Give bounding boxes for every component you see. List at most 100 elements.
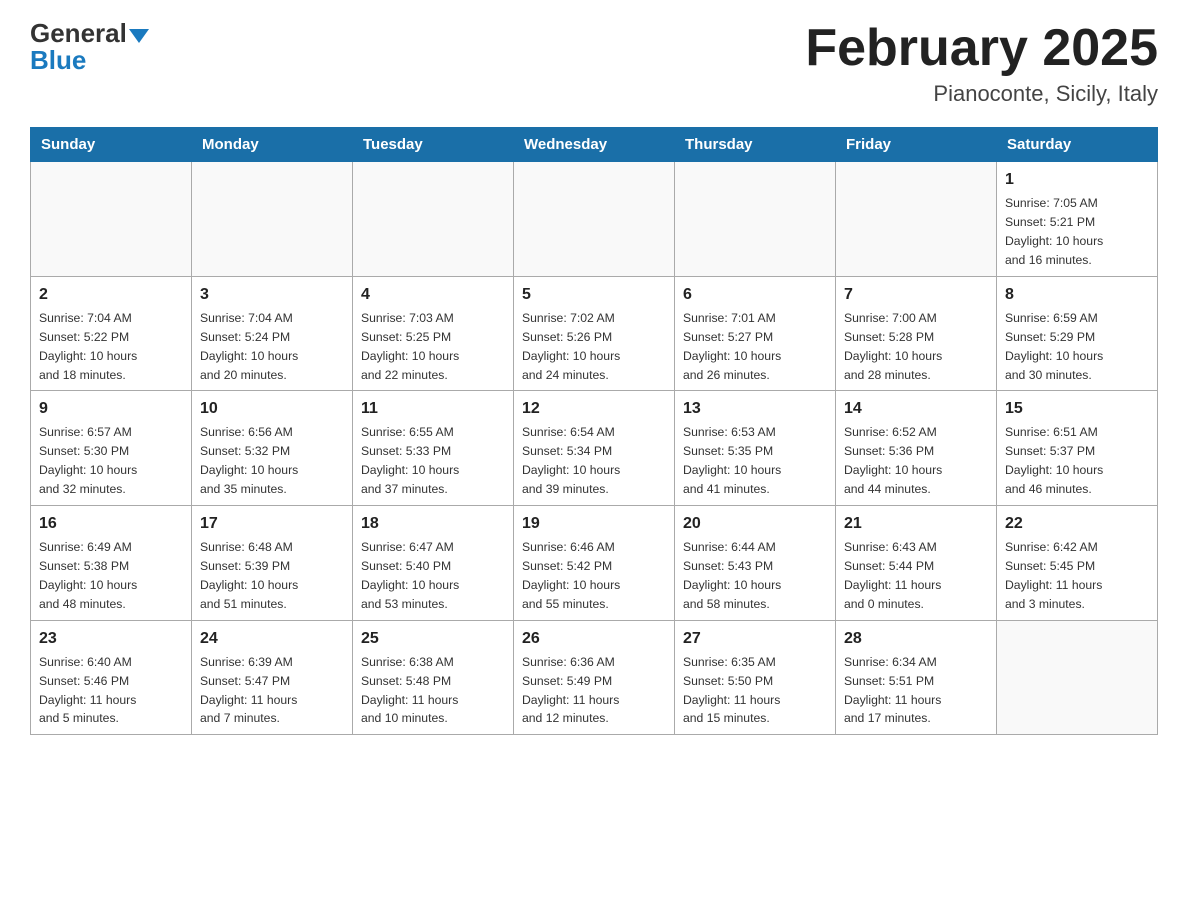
day-headers-row: SundayMondayTuesdayWednesdayThursdayFrid… <box>31 128 1158 162</box>
calendar-header: SundayMondayTuesdayWednesdayThursdayFrid… <box>31 128 1158 162</box>
day-number: 11 <box>361 397 505 421</box>
calendar-day-cell <box>31 162 192 277</box>
day-number: 4 <box>361 283 505 307</box>
calendar-week-row: 16Sunrise: 6:49 AMSunset: 5:38 PMDayligh… <box>31 506 1158 621</box>
day-number: 19 <box>522 512 666 536</box>
day-number: 6 <box>683 283 827 307</box>
day-number: 17 <box>200 512 344 536</box>
calendar-day-cell: 12Sunrise: 6:54 AMSunset: 5:34 PMDayligh… <box>514 391 675 506</box>
calendar-day-cell: 3Sunrise: 7:04 AMSunset: 5:24 PMDaylight… <box>192 276 353 391</box>
day-info: Sunrise: 7:00 AMSunset: 5:28 PMDaylight:… <box>844 309 988 385</box>
calendar-day-cell: 27Sunrise: 6:35 AMSunset: 5:50 PMDayligh… <box>675 620 836 735</box>
calendar-body: 1Sunrise: 7:05 AMSunset: 5:21 PMDaylight… <box>31 162 1158 735</box>
day-number: 13 <box>683 397 827 421</box>
day-number: 26 <box>522 627 666 651</box>
day-info: Sunrise: 7:02 AMSunset: 5:26 PMDaylight:… <box>522 309 666 385</box>
day-info: Sunrise: 6:53 AMSunset: 5:35 PMDaylight:… <box>683 423 827 499</box>
day-number: 5 <box>522 283 666 307</box>
day-info: Sunrise: 7:01 AMSunset: 5:27 PMDaylight:… <box>683 309 827 385</box>
day-info: Sunrise: 6:39 AMSunset: 5:47 PMDaylight:… <box>200 653 344 729</box>
day-of-week-header: Saturday <box>997 128 1158 162</box>
calendar-day-cell: 20Sunrise: 6:44 AMSunset: 5:43 PMDayligh… <box>675 506 836 621</box>
day-number: 24 <box>200 627 344 651</box>
calendar-day-cell: 21Sunrise: 6:43 AMSunset: 5:44 PMDayligh… <box>836 506 997 621</box>
day-info: Sunrise: 7:04 AMSunset: 5:22 PMDaylight:… <box>39 309 183 385</box>
calendar-day-cell: 25Sunrise: 6:38 AMSunset: 5:48 PMDayligh… <box>353 620 514 735</box>
day-info: Sunrise: 6:38 AMSunset: 5:48 PMDaylight:… <box>361 653 505 729</box>
calendar-day-cell: 7Sunrise: 7:00 AMSunset: 5:28 PMDaylight… <box>836 276 997 391</box>
day-number: 8 <box>1005 283 1149 307</box>
calendar-day-cell: 18Sunrise: 6:47 AMSunset: 5:40 PMDayligh… <box>353 506 514 621</box>
day-info: Sunrise: 6:46 AMSunset: 5:42 PMDaylight:… <box>522 538 666 614</box>
day-number: 18 <box>361 512 505 536</box>
day-info: Sunrise: 6:34 AMSunset: 5:51 PMDaylight:… <box>844 653 988 729</box>
day-of-week-header: Thursday <box>675 128 836 162</box>
calendar-day-cell: 16Sunrise: 6:49 AMSunset: 5:38 PMDayligh… <box>31 506 192 621</box>
day-number: 25 <box>361 627 505 651</box>
day-info: Sunrise: 6:44 AMSunset: 5:43 PMDaylight:… <box>683 538 827 614</box>
calendar-week-row: 2Sunrise: 7:04 AMSunset: 5:22 PMDaylight… <box>31 276 1158 391</box>
calendar-day-cell: 26Sunrise: 6:36 AMSunset: 5:49 PMDayligh… <box>514 620 675 735</box>
calendar-day-cell: 2Sunrise: 7:04 AMSunset: 5:22 PMDaylight… <box>31 276 192 391</box>
day-number: 20 <box>683 512 827 536</box>
calendar-day-cell <box>353 162 514 277</box>
calendar-week-row: 1Sunrise: 7:05 AMSunset: 5:21 PMDaylight… <box>31 162 1158 277</box>
day-info: Sunrise: 6:54 AMSunset: 5:34 PMDaylight:… <box>522 423 666 499</box>
calendar-day-cell: 24Sunrise: 6:39 AMSunset: 5:47 PMDayligh… <box>192 620 353 735</box>
day-info: Sunrise: 6:35 AMSunset: 5:50 PMDaylight:… <box>683 653 827 729</box>
day-number: 14 <box>844 397 988 421</box>
day-number: 21 <box>844 512 988 536</box>
day-info: Sunrise: 6:51 AMSunset: 5:37 PMDaylight:… <box>1005 423 1149 499</box>
month-title: February 2025 <box>805 20 1158 77</box>
day-info: Sunrise: 7:04 AMSunset: 5:24 PMDaylight:… <box>200 309 344 385</box>
calendar-day-cell: 13Sunrise: 6:53 AMSunset: 5:35 PMDayligh… <box>675 391 836 506</box>
calendar-day-cell <box>675 162 836 277</box>
day-number: 3 <box>200 283 344 307</box>
calendar-day-cell: 11Sunrise: 6:55 AMSunset: 5:33 PMDayligh… <box>353 391 514 506</box>
day-number: 28 <box>844 627 988 651</box>
calendar-day-cell: 4Sunrise: 7:03 AMSunset: 5:25 PMDaylight… <box>353 276 514 391</box>
day-info: Sunrise: 6:57 AMSunset: 5:30 PMDaylight:… <box>39 423 183 499</box>
calendar-day-cell <box>836 162 997 277</box>
calendar-day-cell: 23Sunrise: 6:40 AMSunset: 5:46 PMDayligh… <box>31 620 192 735</box>
calendar-day-cell: 5Sunrise: 7:02 AMSunset: 5:26 PMDaylight… <box>514 276 675 391</box>
day-of-week-header: Sunday <box>31 128 192 162</box>
day-number: 23 <box>39 627 183 651</box>
day-number: 27 <box>683 627 827 651</box>
calendar-day-cell: 6Sunrise: 7:01 AMSunset: 5:27 PMDaylight… <box>675 276 836 391</box>
calendar-day-cell: 28Sunrise: 6:34 AMSunset: 5:51 PMDayligh… <box>836 620 997 735</box>
calendar-day-cell: 14Sunrise: 6:52 AMSunset: 5:36 PMDayligh… <box>836 391 997 506</box>
day-info: Sunrise: 6:52 AMSunset: 5:36 PMDaylight:… <box>844 423 988 499</box>
day-info: Sunrise: 6:48 AMSunset: 5:39 PMDaylight:… <box>200 538 344 614</box>
day-info: Sunrise: 6:42 AMSunset: 5:45 PMDaylight:… <box>1005 538 1149 614</box>
day-info: Sunrise: 6:36 AMSunset: 5:49 PMDaylight:… <box>522 653 666 729</box>
day-info: Sunrise: 6:56 AMSunset: 5:32 PMDaylight:… <box>200 423 344 499</box>
calendar-day-cell: 17Sunrise: 6:48 AMSunset: 5:39 PMDayligh… <box>192 506 353 621</box>
location-title: Pianoconte, Sicily, Italy <box>805 81 1158 107</box>
logo-triangle-icon <box>129 29 149 43</box>
day-info: Sunrise: 7:05 AMSunset: 5:21 PMDaylight:… <box>1005 194 1149 270</box>
day-info: Sunrise: 6:43 AMSunset: 5:44 PMDaylight:… <box>844 538 988 614</box>
calendar-day-cell: 22Sunrise: 6:42 AMSunset: 5:45 PMDayligh… <box>997 506 1158 621</box>
day-of-week-header: Tuesday <box>353 128 514 162</box>
calendar-day-cell <box>192 162 353 277</box>
calendar-week-row: 23Sunrise: 6:40 AMSunset: 5:46 PMDayligh… <box>31 620 1158 735</box>
logo-blue-text: Blue <box>30 47 86 73</box>
calendar-day-cell: 10Sunrise: 6:56 AMSunset: 5:32 PMDayligh… <box>192 391 353 506</box>
day-of-week-header: Wednesday <box>514 128 675 162</box>
calendar-day-cell: 1Sunrise: 7:05 AMSunset: 5:21 PMDaylight… <box>997 162 1158 277</box>
day-info: Sunrise: 6:40 AMSunset: 5:46 PMDaylight:… <box>39 653 183 729</box>
day-of-week-header: Friday <box>836 128 997 162</box>
calendar-day-cell <box>997 620 1158 735</box>
day-number: 15 <box>1005 397 1149 421</box>
day-number: 10 <box>200 397 344 421</box>
day-of-week-header: Monday <box>192 128 353 162</box>
calendar-day-cell: 15Sunrise: 6:51 AMSunset: 5:37 PMDayligh… <box>997 391 1158 506</box>
day-number: 16 <box>39 512 183 536</box>
title-block: February 2025 Pianoconte, Sicily, Italy <box>805 20 1158 107</box>
logo-general-text: General <box>30 20 149 47</box>
day-number: 9 <box>39 397 183 421</box>
day-number: 12 <box>522 397 666 421</box>
calendar-day-cell: 8Sunrise: 6:59 AMSunset: 5:29 PMDaylight… <box>997 276 1158 391</box>
calendar-week-row: 9Sunrise: 6:57 AMSunset: 5:30 PMDaylight… <box>31 391 1158 506</box>
